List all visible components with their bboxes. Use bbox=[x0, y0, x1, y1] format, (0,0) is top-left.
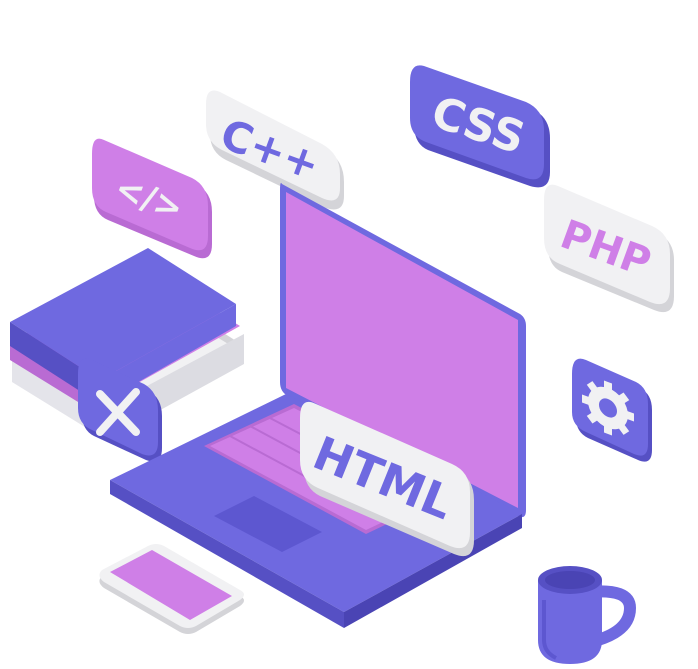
php-tile: PHP bbox=[544, 184, 674, 313]
css-tile: CSS bbox=[410, 65, 550, 188]
developer-illustration: C++ CSS PHP </> HTML bbox=[10, 65, 674, 664]
coffee-mug bbox=[538, 566, 637, 664]
gear-tile bbox=[572, 358, 652, 462]
code-tag-tile: </> bbox=[92, 138, 212, 259]
cpp-tile: C++ bbox=[206, 90, 344, 210]
